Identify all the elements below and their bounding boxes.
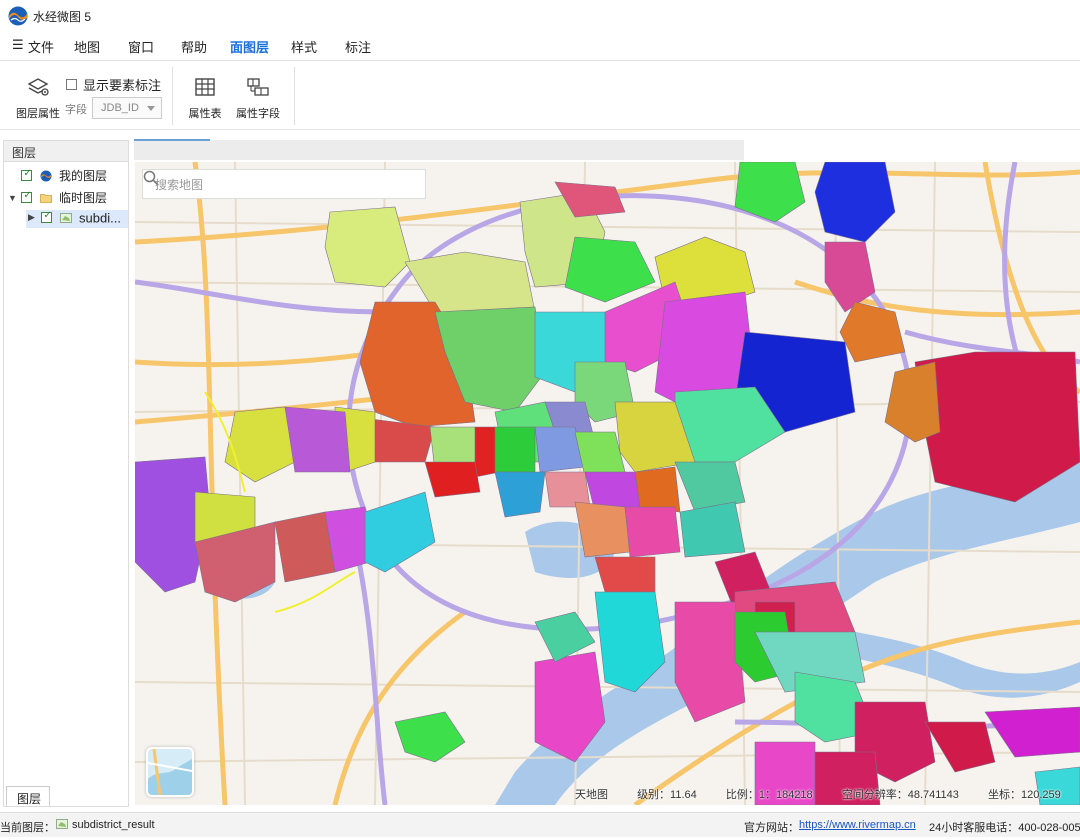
app-title: 水经微图 5 [33,10,92,24]
attribute-fields-label: 属性字段 [236,108,280,120]
layers-panel-title: 图层 [12,146,37,160]
official-site-label: 官方网站： [744,822,799,834]
table-icon [195,78,215,96]
title-bar: 水经微图 5 [0,0,1080,30]
layer-properties-label: 图层属性 [16,108,60,120]
tree-item-label: 我的图层 [59,169,108,183]
map-scale: 比例：1：184218 [725,789,813,801]
map-search-box [142,169,426,199]
ribbon-divider [172,67,173,125]
basemap-thumbnail-icon [148,749,192,795]
polygon-layer-icon [59,212,72,223]
menu-item-help[interactable]: 帮助 [181,37,207,56]
menu-item-style[interactable]: 样式 [291,37,317,56]
field-select-value: JDB_ID [101,102,139,114]
map-status-readout: 天地图 级别：11.64 比例：1：184218 空间分辨率：48.741143… [575,786,1080,804]
app-logo-icon [8,6,28,26]
menu-item-label[interactable]: 标注 [345,37,371,56]
ribbon-divider [294,67,295,125]
zoom-level: 级别：11.64 [637,789,697,801]
subdistrict-checkbox[interactable] [41,210,53,224]
show-labels-checkbox[interactable] [66,79,77,90]
attribute-fields-button[interactable]: 属性字段 [230,69,286,125]
folder-icon [39,193,52,203]
polygon-layer-icon [56,819,68,829]
layers-panel: 图层 我的图层 ▼ 临时图层 ▶ subdi... 图层 [3,140,129,807]
layers-bottom-tab[interactable]: 图层 [6,786,50,806]
tree-item-subdistrict-layer[interactable]: ▶ subdi... [26,210,128,228]
document-tab-strip [134,140,744,160]
official-site-link[interactable]: https://www.rivermap.cn [799,819,916,831]
menu-item-window[interactable]: 窗口 [128,37,154,56]
expand-arrow-icon[interactable]: ▼ [8,193,18,203]
tree-item-temp-layers[interactable]: ▼ 临时图层 [8,189,107,207]
basemap-switcher[interactable] [146,747,194,797]
support-phone: 24小时客服电话：400-028-0050 [929,822,1080,834]
attribute-table-label: 属性表 [188,108,222,120]
app-logo-icon [40,170,52,181]
document-tab[interactable] [134,139,210,141]
collapse-arrow-icon[interactable]: ▶ [28,212,38,223]
spatial-resolution: 空间分辨率：48.741143 [841,789,959,801]
ribbon-toolbar: 图层属性 显示要素标注 字段 JDB_ID 属性表 属性字段 [0,60,1080,130]
menu-item-map[interactable]: 地图 [74,37,100,56]
cursor-coordinates: 坐标：120.259 [987,789,1061,801]
status-bar: 当前图层： subdistrict_result 官方网站： https://w… [0,812,1080,837]
map-canvas[interactable]: 天地图 级别：11.64 比例：1：184218 空间分辨率：48.741143… [135,162,1080,805]
map-render [135,162,1080,805]
search-input[interactable] [153,177,387,193]
current-layer-label: 当前图层： [0,822,55,834]
tree-item-label: subdi... [79,210,121,226]
attribute-table-button[interactable]: 属性表 [177,69,233,125]
layer-properties-button[interactable]: 图层属性 [10,69,66,125]
current-layer-name: subdistrict_result [72,819,155,831]
temp-layers-checkbox[interactable] [21,190,33,203]
tree-item-my-layers[interactable]: 我的图层 [8,167,107,185]
layers-panel-header: 图层 [4,141,128,162]
search-icon[interactable] [143,170,159,186]
menu-item-polygon-layer[interactable]: 面图层 [230,37,269,56]
basemap-provider: 天地图 [575,789,608,801]
field-select[interactable]: JDB_ID [92,97,162,119]
my-layers-checkbox[interactable] [21,168,33,181]
field-label: 字段 [65,104,87,116]
show-labels-text: 显示要素标注 [83,78,162,93]
menu-bar: ☰ 文件 地图 窗口 帮助 面图层 样式 标注 [0,30,1080,86]
tree-item-label: 临时图层 [59,191,108,205]
chevron-down-icon [147,106,155,111]
menu-item-file[interactable]: 文件 [28,37,54,56]
layers-settings-icon [27,78,49,96]
menu-hamburger-icon[interactable]: ☰ [12,37,24,53]
fields-icon [247,78,269,96]
show-feature-labels-toggle[interactable]: 显示要素标注 [66,75,162,93]
